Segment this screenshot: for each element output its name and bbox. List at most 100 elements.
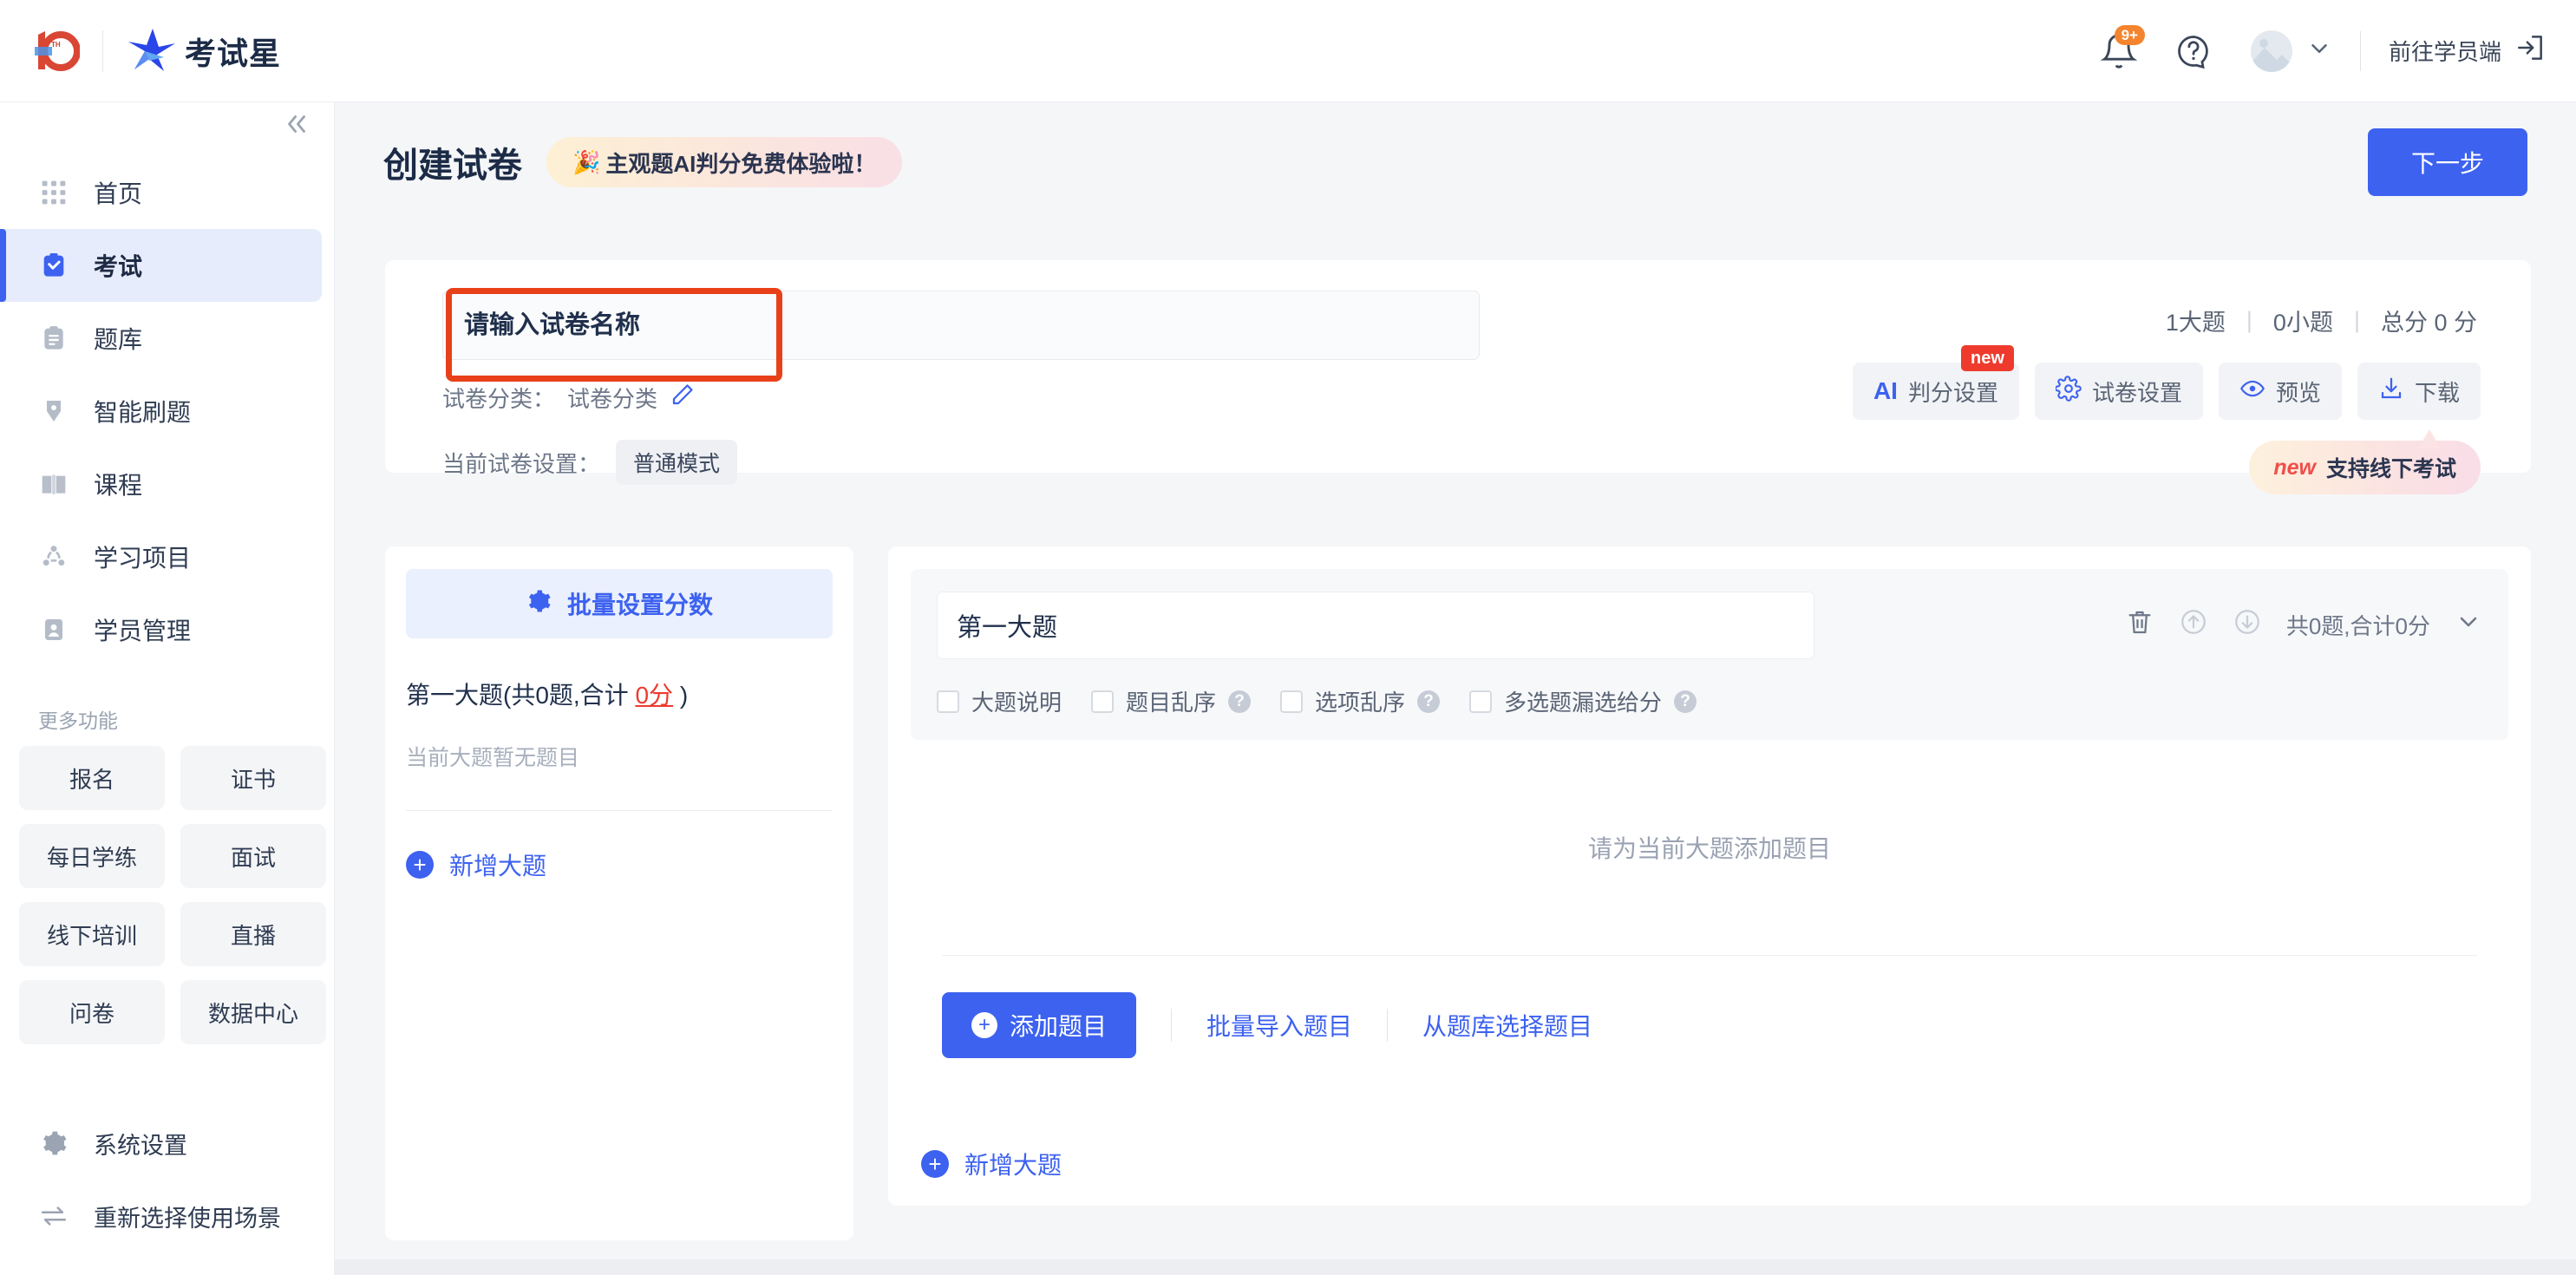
arrow-down-circle-icon[interactable] xyxy=(2233,607,2262,643)
paper-settings-button[interactable]: 试卷设置 xyxy=(2034,363,2203,420)
sidebar-item-question-bank[interactable]: 题库 xyxy=(0,302,334,375)
bulk-import-questions-link[interactable]: 批量导入题目 xyxy=(1206,1008,1352,1043)
more-features-grid: 报名 证书 每日学练 面试 线下培训 直播 问卷 数据中心 xyxy=(19,746,334,1044)
plus-circle-icon: + xyxy=(921,1150,949,1178)
notification-count-badge: 9+ xyxy=(2114,24,2145,46)
tooltip-new-label: new xyxy=(2273,454,2316,480)
checkbox-partial-credit[interactable]: 多选题漏选给分 ? xyxy=(1469,685,1697,717)
arrow-up-circle-icon[interactable] xyxy=(2179,607,2208,643)
stats-separator: | xyxy=(2353,307,2360,333)
sidebar-bottom-label: 系统设置 xyxy=(94,1132,187,1159)
checkbox-shuffle-options[interactable]: 选项乱序 ? xyxy=(1280,685,1441,717)
sidebar-item-label: 学员管理 xyxy=(94,618,192,644)
outline-empty-text: 当前大题暂无题目 xyxy=(406,746,580,770)
chip-questionnaire[interactable]: 问卷 xyxy=(19,980,165,1044)
trash-icon[interactable] xyxy=(2125,607,2154,643)
tooltip-text: 支持线下考试 xyxy=(2325,457,2456,481)
promo-badge[interactable]: 🎉 主观题AI判分免费体验啦！ xyxy=(546,137,903,187)
promo-label: 主观题AI判分免费体验啦！ xyxy=(605,150,877,177)
top-header: TH 考试星 9+ 前往学员端 xyxy=(0,0,2576,102)
chip-signup[interactable]: 报名 xyxy=(19,746,165,810)
checkbox-box[interactable] xyxy=(1469,690,1493,713)
editor-actions: + 添加题目 批量导入题目 从题库选择题目 xyxy=(942,992,2508,1058)
account-chevron-down-icon[interactable] xyxy=(2306,36,2332,66)
clipboard-check-icon xyxy=(38,250,69,281)
ai-icon: AI xyxy=(1873,377,1898,404)
chip-certificate[interactable]: 证书 xyxy=(180,746,326,810)
paper-name-input[interactable] xyxy=(442,291,1480,360)
chip-data-center[interactable]: 数据中心 xyxy=(180,980,326,1044)
sidebar-item-smart-practice[interactable]: 智能刷题 xyxy=(0,375,334,448)
outline-heading-score[interactable]: 0分 xyxy=(635,682,673,709)
batch-set-score-button[interactable]: 批量设置分数 xyxy=(406,569,833,638)
brand-logo[interactable]: TH 考试星 xyxy=(0,24,281,78)
brand-name: 考试星 xyxy=(185,35,282,71)
pen-nib-icon xyxy=(38,396,69,427)
outline-add-section-button[interactable]: + 新增大题 xyxy=(406,847,833,882)
download-button[interactable]: 下载 xyxy=(2357,363,2481,420)
ai-grading-settings-label: 判分设置 xyxy=(1907,379,1998,406)
editor-empty-text: 请为当前大题添加题目 xyxy=(1587,835,1831,862)
sidebar-item-learning-project[interactable]: 学习项目 xyxy=(0,520,334,593)
gear-icon xyxy=(2054,375,2082,408)
paper-mode-chip[interactable]: 普通模式 xyxy=(616,440,738,485)
section-title-input[interactable] xyxy=(937,592,1814,659)
sidebar-nav: 首页 考试 题库 智能刷题 课程 学习项目 学员管理 xyxy=(0,156,334,666)
stats-total-score: 总分 0 分 xyxy=(2380,310,2477,336)
preview-button[interactable]: 预览 xyxy=(2218,363,2342,420)
checkbox-label: 大题说明 xyxy=(971,690,1062,716)
bottom-strip xyxy=(335,1259,2576,1275)
help-icon[interactable]: ? xyxy=(1228,690,1252,713)
sidebar-bottom-label: 重新选择使用场景 xyxy=(94,1205,281,1232)
sidebar-item-exam[interactable]: 考试 xyxy=(0,229,322,302)
avatar[interactable] xyxy=(2250,29,2292,72)
add-section-button-bottom[interactable]: + 新增大题 xyxy=(921,1147,1062,1181)
outline-heading-suffix: ) xyxy=(673,682,689,709)
checkbox-box[interactable] xyxy=(937,690,959,713)
paper-info-card: 试卷分类： 试卷分类 当前试卷设置： 普通模式 1大题 | 0小题 | 总分 0… xyxy=(385,260,2531,494)
sidebar-item-label: 智能刷题 xyxy=(94,399,192,426)
page-header: 创建试卷 🎉 主观题AI判分免费体验啦！ 下一步 xyxy=(335,102,2576,222)
ai-grading-settings-button[interactable]: new AI 判分设置 xyxy=(1852,345,2019,420)
outline-panel: 批量设置分数 第一大题(共0题,合计 0分 ) 当前大题暂无题目 + 新增大题 xyxy=(385,546,853,1240)
header-divider xyxy=(2359,30,2361,71)
help-icon[interactable]: ? xyxy=(1417,690,1441,713)
share-nodes-icon xyxy=(38,541,69,572)
chip-offline-training[interactable]: 线下培训 xyxy=(19,902,165,966)
help-button[interactable] xyxy=(2166,23,2221,79)
sidebar-collapse-button[interactable] xyxy=(282,109,311,144)
grid-icon xyxy=(38,177,69,208)
download-label: 下载 xyxy=(2414,379,2460,406)
sidebar-item-home[interactable]: 首页 xyxy=(0,156,334,229)
pencil-icon[interactable] xyxy=(670,382,696,414)
plus-circle-icon: + xyxy=(971,1012,997,1038)
more-features-title: 更多功能 xyxy=(38,709,118,732)
section-options: 大题说明 题目乱序 ? 选项乱序 ? 多选题漏选给分 ? xyxy=(937,685,2482,717)
outline-section-heading[interactable]: 第一大题(共0题,合计 0分 ) xyxy=(406,677,833,711)
gear-icon xyxy=(38,1128,69,1159)
sidebar-item-system-settings[interactable]: 系统设置 xyxy=(0,1107,334,1180)
sidebar-item-label: 考试 xyxy=(94,253,143,280)
select-from-bank-link[interactable]: 从题库选择题目 xyxy=(1422,1008,1592,1043)
sidebar-item-switch-scenario[interactable]: 重新选择使用场景 xyxy=(0,1180,334,1252)
sidebar-item-student-management[interactable]: 学员管理 xyxy=(0,593,334,666)
outline-divider xyxy=(406,810,833,811)
chip-interview[interactable]: 面试 xyxy=(180,824,326,888)
paper-category-row: 试卷分类： 试卷分类 xyxy=(442,382,696,414)
checkbox-box[interactable] xyxy=(1091,690,1115,713)
plus-circle-icon: + xyxy=(406,851,434,879)
checkbox-shuffle-questions[interactable]: 题目乱序 ? xyxy=(1091,685,1252,717)
chip-live[interactable]: 直播 xyxy=(180,902,326,966)
chevron-down-icon[interactable] xyxy=(2455,608,2482,642)
add-question-button[interactable]: + 添加题目 xyxy=(942,992,1137,1058)
checkbox-box[interactable] xyxy=(1280,690,1304,713)
help-icon[interactable]: ? xyxy=(1674,690,1697,713)
checkbox-section-description[interactable]: 大题说明 xyxy=(937,685,1062,717)
chip-daily-practice[interactable]: 每日学练 xyxy=(19,824,165,888)
notification-bell-button[interactable]: 9+ xyxy=(2091,23,2147,79)
goto-student-button[interactable]: 前往学员端 xyxy=(2389,31,2547,70)
next-step-button[interactable]: 下一步 xyxy=(2367,128,2527,196)
sidebar-item-course[interactable]: 课程 xyxy=(0,448,334,520)
clipboard-lines-icon xyxy=(38,323,69,354)
gear-icon xyxy=(526,588,552,620)
